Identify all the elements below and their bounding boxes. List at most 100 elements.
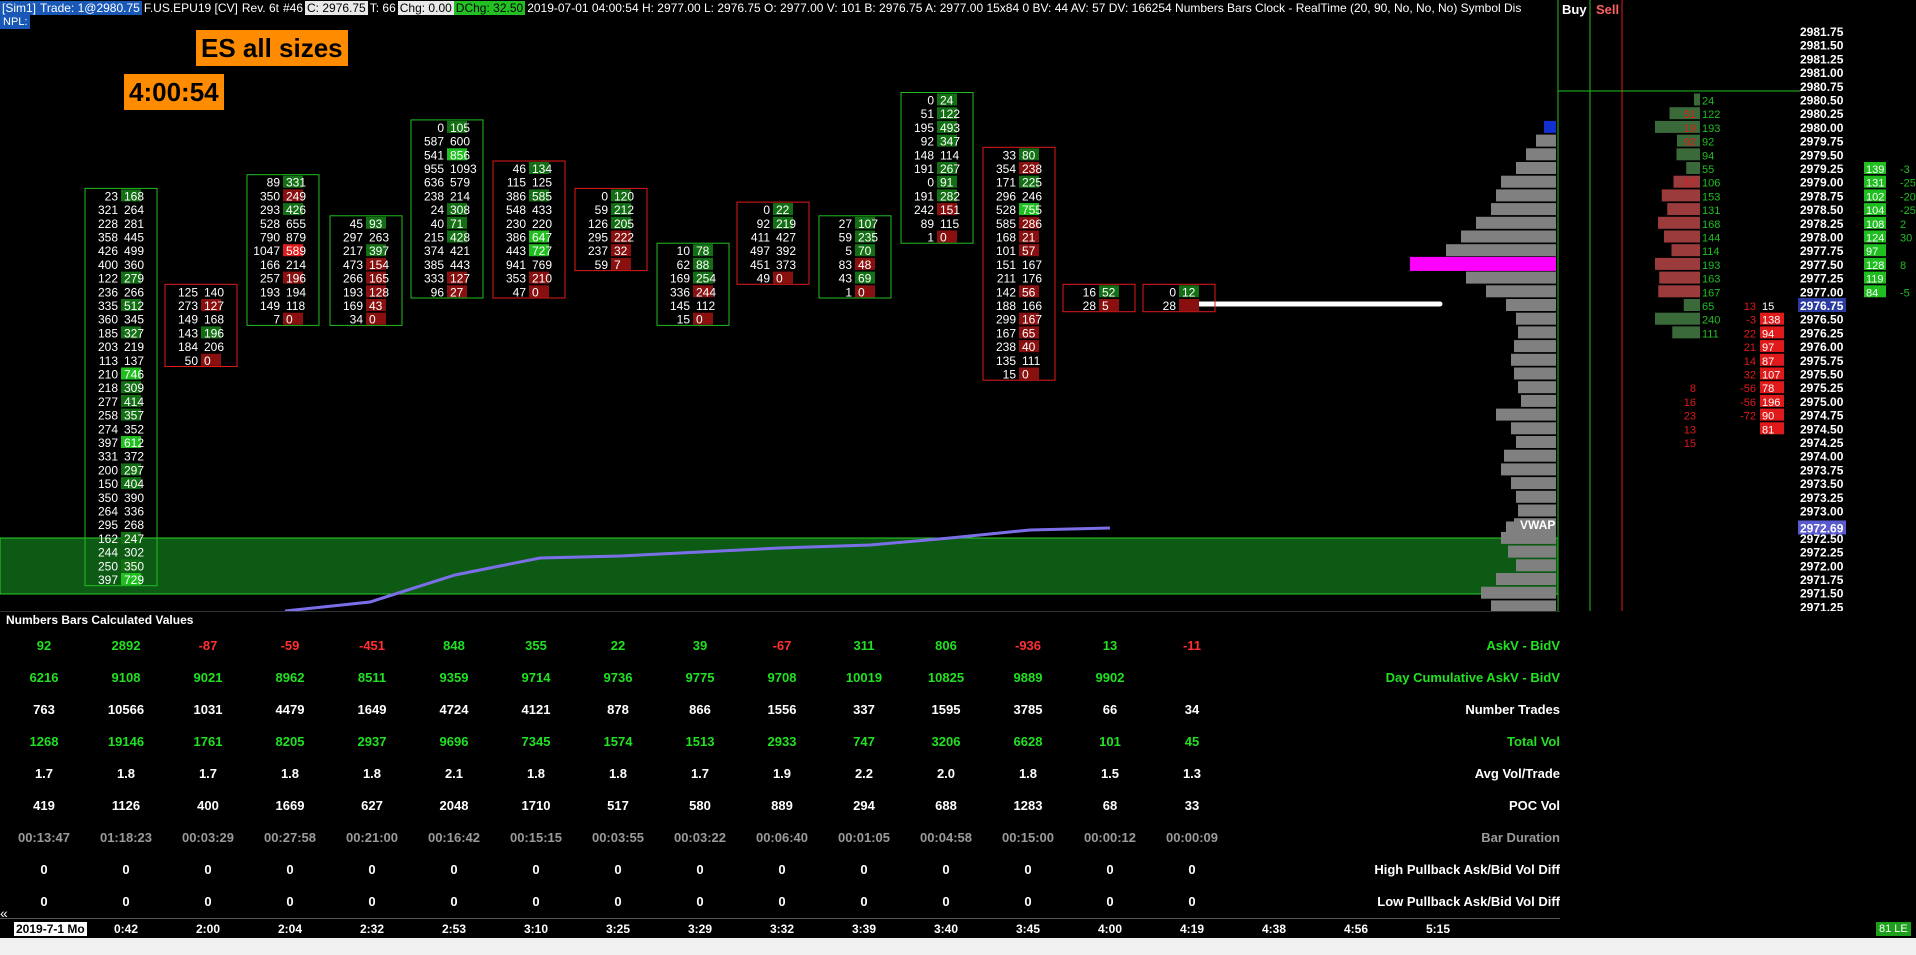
price-tick-label: 2978.00 bbox=[1800, 231, 1844, 245]
bid-volume: 115 bbox=[507, 176, 526, 190]
bid-volume: 27 bbox=[839, 217, 853, 231]
ask-volume: 78 bbox=[696, 244, 710, 258]
dom-left-value: 65 bbox=[1702, 301, 1714, 313]
price-tick-label: 2971.25 bbox=[1800, 600, 1844, 611]
dom-left-value: 167 bbox=[1702, 287, 1720, 299]
calc-value: 0 bbox=[1106, 894, 1114, 909]
profile-bar bbox=[1501, 463, 1556, 476]
dom-left-bar bbox=[1671, 244, 1700, 257]
volume-zone-layer bbox=[0, 537, 1559, 595]
calc-value: 1.7 bbox=[34, 766, 54, 781]
time-tick-label: 4:56 bbox=[1343, 922, 1369, 936]
ask-volume: 22 bbox=[776, 203, 790, 217]
calc-value: 0 bbox=[696, 894, 704, 909]
calc-value: 9889 bbox=[1013, 670, 1043, 685]
ask-volume: 80 bbox=[1022, 148, 1036, 162]
calc-value: 00:03:29 bbox=[181, 830, 235, 845]
dom-left-bar bbox=[1683, 299, 1700, 311]
bid-volume: 426 bbox=[98, 244, 118, 258]
price-tick-label: 2975.75 bbox=[1800, 354, 1844, 368]
profile-bar bbox=[1536, 134, 1556, 147]
ask-volume: 56 bbox=[1022, 285, 1036, 299]
calc-value: 2.0 bbox=[936, 766, 956, 781]
bid-volume: 185 bbox=[98, 326, 118, 340]
bid-volume: 257 bbox=[260, 272, 280, 286]
bid-volume: 191 bbox=[914, 162, 934, 176]
calc-value: 311 bbox=[853, 638, 875, 653]
bid-volume: 250 bbox=[98, 559, 118, 573]
bid-volume: 397 bbox=[98, 573, 118, 587]
dom-bid-size: 97 bbox=[1762, 342, 1774, 354]
dom-left-value: 111 bbox=[1702, 328, 1719, 340]
calc-value: 13 bbox=[1102, 638, 1118, 653]
ask-volume: 612 bbox=[124, 436, 144, 450]
ask-volume: 93 bbox=[369, 217, 383, 231]
calc-value: 355 bbox=[525, 638, 547, 653]
ask-volume: 166 bbox=[1022, 299, 1042, 313]
time-tick-label: 4:38 bbox=[1261, 922, 1287, 936]
bid-volume: 585 bbox=[996, 217, 1016, 231]
ask-volume: 647 bbox=[532, 231, 552, 245]
calc-value: 92 bbox=[36, 638, 52, 653]
calc-value: 00:15:15 bbox=[509, 830, 563, 845]
price-tick-label: 2974.50 bbox=[1800, 422, 1844, 436]
numbers-bars-chart[interactable]: VWAP 23 168321 264228 281358 445426 499400 360… bbox=[0, 0, 1916, 611]
bid-volume: 528 bbox=[260, 217, 280, 231]
dom-bid-size: 81 bbox=[1762, 424, 1774, 436]
dom-left-bar bbox=[1676, 148, 1700, 161]
ask-volume: 27 bbox=[450, 285, 464, 299]
calc-value: 0 bbox=[614, 862, 622, 877]
bid-volume: 350 bbox=[98, 491, 118, 505]
price-tick-label: 2981.25 bbox=[1800, 52, 1844, 66]
ask-volume: 302 bbox=[124, 546, 144, 560]
bid-volume: 397 bbox=[98, 436, 118, 450]
ask-volume: 264 bbox=[124, 203, 144, 217]
bid-volume: 790 bbox=[260, 231, 280, 245]
bid-volume: 101 bbox=[996, 244, 1016, 258]
time-tick-label: 0:42 bbox=[113, 922, 139, 936]
bid-volume: 331 bbox=[98, 450, 118, 464]
ask-volume: 427 bbox=[776, 231, 796, 245]
ask-volume: 347 bbox=[940, 135, 960, 149]
bid-volume: 10 bbox=[677, 244, 691, 258]
bid-volume: 293 bbox=[260, 203, 280, 217]
bid-volume: 0 bbox=[437, 121, 444, 135]
calc-value: 9736 bbox=[603, 670, 633, 685]
ask-volume: 360 bbox=[124, 258, 144, 272]
calc-value: 294 bbox=[853, 798, 875, 813]
calc-value: 0 bbox=[778, 862, 786, 877]
dom-left-bar bbox=[1658, 285, 1700, 298]
calc-value: 00:16:42 bbox=[427, 830, 481, 845]
chart-clock-badge: 4:00:54 bbox=[124, 74, 224, 110]
ask-volume: 91 bbox=[940, 176, 954, 190]
bid-cell bbox=[1179, 299, 1199, 311]
bid-volume: 47 bbox=[513, 285, 527, 299]
bid-volume: 62 bbox=[677, 258, 691, 272]
dom-delta-value: 15 bbox=[1684, 438, 1696, 450]
bid-volume: 83 bbox=[839, 258, 853, 272]
bid-volume: 360 bbox=[98, 313, 118, 327]
profile-bar bbox=[1526, 148, 1556, 161]
scroll-left-icon[interactable]: « bbox=[0, 905, 8, 921]
dom-ladder-layer: 2412219392945510615313116814411419316316… bbox=[1655, 93, 1916, 450]
bid-volume: 358 bbox=[98, 231, 118, 245]
time-tick-label: 3:10 bbox=[523, 922, 549, 936]
bid-volume: 215 bbox=[424, 231, 444, 245]
price-tick-label: 2972.50 bbox=[1800, 532, 1844, 546]
calc-row-label: Day Cumulative AskV - BidV bbox=[1385, 670, 1560, 685]
price-tick-label: 2977.50 bbox=[1800, 258, 1844, 272]
dom-bid-delta: -3 bbox=[1746, 315, 1756, 327]
calc-value: 688 bbox=[935, 798, 957, 813]
bid-volume: 149 bbox=[178, 313, 198, 327]
calc-value: 0 bbox=[942, 862, 950, 877]
ask-volume: 57 bbox=[1022, 244, 1036, 258]
bid-volume: 0 bbox=[927, 176, 934, 190]
dom-left-bar bbox=[1694, 93, 1700, 106]
ask-volume: 266 bbox=[124, 285, 144, 299]
price-tick-label: 2979.50 bbox=[1800, 148, 1844, 162]
calc-value: -87 bbox=[198, 638, 218, 653]
dom-ask-delta: -25 bbox=[1900, 178, 1916, 190]
calc-value: 2892 bbox=[111, 638, 141, 653]
bid-volume: 244 bbox=[98, 546, 118, 560]
ask-volume: 40 bbox=[1022, 340, 1036, 354]
